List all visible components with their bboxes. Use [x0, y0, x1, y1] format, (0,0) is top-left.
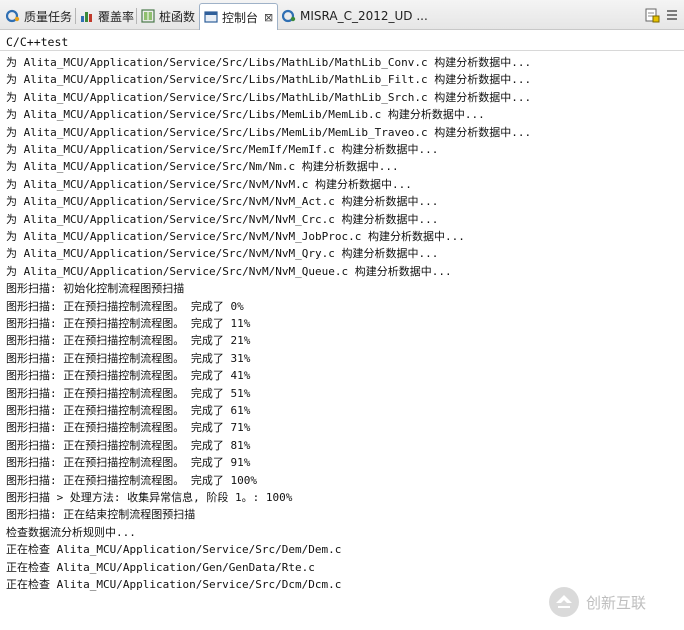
console-line: 图形扫描: 正在预扫描控制流程图。 完成了 91% — [6, 456, 251, 470]
console-line: 图形扫描: 正在预扫描控制流程图。 完成了 81% — [6, 438, 251, 452]
console-line: 图形扫描: 正在预扫描控制流程图。 完成了 61% — [6, 404, 251, 417]
console-line: 为 Alita_MCU/Application/Service/Src/NvM/… — [6, 247, 439, 261]
console-icon — [204, 10, 218, 24]
console-line: 为 Alita_MCU/Application/Service/Src/NvM/… — [6, 230, 465, 243]
close-tab-icon[interactable]: ⊠ — [264, 11, 273, 24]
view-tab-bar: 质量任务 覆盖率 桩函数 控制台 ⊠ MISRA_C_2012_UD ... — [0, 0, 684, 30]
misra-icon — [281, 9, 296, 23]
tab-label: MISRA_C_2012_UD ... — [300, 9, 428, 23]
console-line: 为 Alita_MCU/Application/Service/Src/MemI… — [6, 143, 439, 156]
tab-stub-functions[interactable]: 桩函数 — [141, 4, 195, 28]
view-menu-icon[interactable] — [664, 7, 680, 23]
tab-label: 控制台 — [222, 10, 259, 25]
console-line: 图形扫描: 正在预扫描控制流程图。 完成了 41% — [6, 369, 251, 383]
tab-label: 质量任务 — [24, 9, 73, 24]
console-line: 为 Alita_MCU/Application/Service/Src/NvM/… — [6, 212, 439, 226]
tab-label: 覆盖率 — [98, 9, 135, 24]
console-line: 图形扫描: 正在预扫描控制流程图。 完成了 100% — [6, 473, 257, 487]
console-line: 为 Alita_MCU/Application/Service/Src/Libs… — [6, 125, 532, 139]
coverage-chart-icon — [80, 9, 94, 23]
console-line: 为 Alita_MCU/Application/Service/Src/Libs… — [6, 108, 485, 122]
console-line: 图形扫描: 正在预扫描控制流程图。 完成了 71% — [6, 421, 251, 435]
console-line: 图形扫描: 正在预扫描控制流程图。 完成了 0% — [6, 299, 244, 313]
stub-function-icon — [141, 9, 155, 23]
console-line: 为 Alita_MCU/Application/Service/Src/Libs… — [6, 56, 532, 69]
console-line: 正在检查 Alita_MCU/Application/Gen/GenData/R… — [6, 560, 315, 574]
console-line: 图形扫描: 正在预扫描控制流程图。 完成了 51% — [6, 386, 251, 400]
tab-console[interactable]: 控制台 ⊠ — [199, 3, 279, 30]
console-line: 为 Alita_MCU/Application/Service/Src/Libs… — [6, 90, 532, 104]
clear-console-icon[interactable] — [644, 7, 660, 23]
console-line: 图形扫描 > 处理方法: 收集异常信息, 阶段 1。: 100% — [6, 491, 293, 504]
console-line: 图形扫描: 正在预扫描控制流程图。 完成了 21% — [6, 334, 251, 348]
console-line: 为 Alita_MCU/Application/Service/Src/NvM/… — [6, 195, 439, 209]
console-line: 正在检查 Alita_MCU/Application/Service/Src/D… — [6, 543, 342, 557]
tab-quality-tasks[interactable]: 质量任务 — [5, 4, 73, 28]
console-line: 为 Alita_MCU/Application/Service/Src/Nm/N… — [6, 160, 399, 174]
tab-misra[interactable]: MISRA_C_2012_UD ... — [281, 4, 428, 28]
watermark: 创新互联 — [548, 586, 646, 618]
console-title: C/C++test — [0, 31, 684, 51]
console-line: 图形扫描: 正在预扫描控制流程图。 完成了 31% — [6, 351, 251, 365]
tab-coverage[interactable]: 覆盖率 — [80, 4, 134, 28]
console-line: 为 Alita_MCU/Application/Service/Src/Libs… — [6, 73, 532, 87]
tab-divider — [75, 8, 76, 24]
console-line: 图形扫描: 正在预扫描控制流程图。 完成了 11% — [6, 317, 251, 330]
console-line: 检查数据流分析规则中... — [6, 525, 136, 539]
console-line: 为 Alita_MCU/Application/Service/Src/NvM/… — [6, 177, 412, 191]
tab-label: 桩函数 — [159, 9, 196, 24]
tab-divider — [136, 8, 137, 24]
quality-task-icon — [5, 9, 20, 23]
watermark-text: 创新互联 — [586, 593, 647, 612]
console-line: 为 Alita_MCU/Application/Service/Src/NvM/… — [6, 264, 452, 278]
console-line: 图形扫描: 正在结束控制流程图预扫描 — [6, 508, 196, 522]
console-line: 图形扫描: 初始化控制流程图预扫描 — [6, 282, 185, 296]
chuangxin-logo-icon — [549, 587, 579, 617]
console-output[interactable]: 为 Alita_MCU/Application/Service/Src/Libs… — [0, 52, 684, 630]
console-line: 正在检查 Alita_MCU/Application/Service/Src/D… — [6, 578, 342, 591]
